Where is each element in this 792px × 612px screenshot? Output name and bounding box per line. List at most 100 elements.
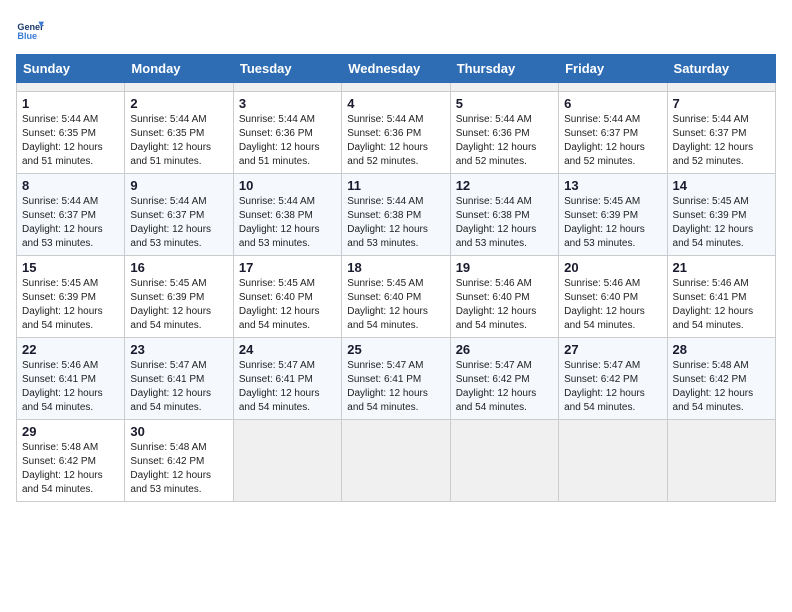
day-info: Sunrise: 5:44 AM Sunset: 6:36 PM Dayligh… bbox=[456, 113, 553, 169]
calendar-cell: 16Sunrise: 5:45 AM Sunset: 6:39 PM Dayli… bbox=[125, 256, 233, 338]
weekday-header-thursday: Thursday bbox=[450, 55, 558, 83]
day-info: Sunrise: 5:44 AM Sunset: 6:35 PM Dayligh… bbox=[130, 113, 227, 169]
day-number: 8 bbox=[22, 178, 119, 193]
day-info: Sunrise: 5:45 AM Sunset: 6:39 PM Dayligh… bbox=[22, 277, 119, 333]
calendar-cell: 15 Sunrise: 5:45 AM Sunset: 6:39 PM Dayli… bbox=[17, 256, 125, 338]
calendar-week-1: 1Sunrise: 5:44 AM Sunset: 6:35 PM Daylig… bbox=[17, 92, 776, 174]
calendar-cell bbox=[667, 420, 775, 502]
calendar-cell: 8 Sunrise: 5:44 AM Sunset: 6:37 PM Daylig… bbox=[17, 174, 125, 256]
weekday-header-saturday: Saturday bbox=[667, 55, 775, 83]
calendar-cell: 1Sunrise: 5:44 AM Sunset: 6:35 PM Daylig… bbox=[17, 92, 125, 174]
calendar-cell: 9 Sunrise: 5:44 AM Sunset: 6:37 PM Daylig… bbox=[125, 174, 233, 256]
calendar-week-4: 22 Sunrise: 5:46 AM Sunset: 6:41 PM Dayli… bbox=[17, 338, 776, 420]
calendar-cell: 28 Sunrise: 5:48 AM Sunset: 6:42 PM Dayli… bbox=[667, 338, 775, 420]
calendar-week-0 bbox=[17, 83, 776, 92]
day-info: Sunrise: 5:48 AM Sunset: 6:42 PM Dayligh… bbox=[673, 359, 770, 415]
day-info: Sunrise: 5:44 AM Sunset: 6:38 PM Dayligh… bbox=[347, 195, 444, 251]
calendar-cell: 2 Sunrise: 5:44 AM Sunset: 6:35 PM Daylig… bbox=[125, 92, 233, 174]
calendar-cell bbox=[450, 83, 558, 92]
day-info: Sunrise: 5:45 AM Sunset: 6:40 PM Dayligh… bbox=[347, 277, 444, 333]
day-number: 22 bbox=[22, 342, 119, 357]
day-number: 21 bbox=[673, 260, 770, 275]
calendar-cell: 23 Sunrise: 5:47 AM Sunset: 6:41 PM Dayli… bbox=[125, 338, 233, 420]
calendar-cell bbox=[559, 83, 667, 92]
day-info: Sunrise: 5:46 AM Sunset: 6:41 PM Dayligh… bbox=[673, 277, 770, 333]
day-number: 5 bbox=[456, 96, 553, 111]
weekday-header-monday: Monday bbox=[125, 55, 233, 83]
calendar-cell: 25 Sunrise: 5:47 AM Sunset: 6:41 PM Dayli… bbox=[342, 338, 450, 420]
calendar-week-3: 15 Sunrise: 5:45 AM Sunset: 6:39 PM Dayli… bbox=[17, 256, 776, 338]
day-number: 23 bbox=[130, 342, 227, 357]
calendar-cell: 5 Sunrise: 5:44 AM Sunset: 6:36 PM Daylig… bbox=[450, 92, 558, 174]
calendar-cell: 24 Sunrise: 5:47 AM Sunset: 6:41 PM Dayli… bbox=[233, 338, 341, 420]
calendar-cell: 20Sunrise: 5:46 AM Sunset: 6:40 PM Dayli… bbox=[559, 256, 667, 338]
day-info: Sunrise: 5:47 AM Sunset: 6:42 PM Dayligh… bbox=[564, 359, 661, 415]
day-info: Sunrise: 5:44 AM Sunset: 6:36 PM Dayligh… bbox=[239, 113, 336, 169]
day-number: 10 bbox=[239, 178, 336, 193]
calendar-cell: 30Sunrise: 5:48 AM Sunset: 6:42 PM Dayli… bbox=[125, 420, 233, 502]
day-info: Sunrise: 5:44 AM Sunset: 6:38 PM Dayligh… bbox=[239, 195, 336, 251]
calendar-cell: 19 Sunrise: 5:46 AM Sunset: 6:40 PM Dayli… bbox=[450, 256, 558, 338]
day-info: Sunrise: 5:44 AM Sunset: 6:37 PM Dayligh… bbox=[673, 113, 770, 169]
weekday-header-wednesday: Wednesday bbox=[342, 55, 450, 83]
day-number: 6 bbox=[564, 96, 661, 111]
calendar-cell bbox=[342, 83, 450, 92]
day-info: Sunrise: 5:44 AM Sunset: 6:35 PM Dayligh… bbox=[22, 113, 119, 169]
calendar-cell bbox=[233, 83, 341, 92]
day-number: 12 bbox=[456, 178, 553, 193]
day-info: Sunrise: 5:47 AM Sunset: 6:41 PM Dayligh… bbox=[130, 359, 227, 415]
day-number: 3 bbox=[239, 96, 336, 111]
calendar-cell: 13Sunrise: 5:45 AM Sunset: 6:39 PM Dayli… bbox=[559, 174, 667, 256]
logo-icon: General Blue bbox=[16, 16, 44, 44]
day-number: 25 bbox=[347, 342, 444, 357]
day-info: Sunrise: 5:44 AM Sunset: 6:37 PM Dayligh… bbox=[564, 113, 661, 169]
calendar-cell bbox=[125, 83, 233, 92]
day-number: 13 bbox=[564, 178, 661, 193]
calendar-cell: 6 Sunrise: 5:44 AM Sunset: 6:37 PM Daylig… bbox=[559, 92, 667, 174]
day-number: 15 bbox=[22, 260, 119, 275]
calendar-cell: 11 Sunrise: 5:44 AM Sunset: 6:38 PM Dayli… bbox=[342, 174, 450, 256]
calendar-cell bbox=[233, 420, 341, 502]
page-header: General Blue bbox=[16, 16, 776, 44]
day-number: 9 bbox=[130, 178, 227, 193]
day-info: Sunrise: 5:48 AM Sunset: 6:42 PM Dayligh… bbox=[22, 441, 119, 497]
day-info: Sunrise: 5:45 AM Sunset: 6:39 PM Dayligh… bbox=[130, 277, 227, 333]
calendar-cell bbox=[450, 420, 558, 502]
day-info: Sunrise: 5:46 AM Sunset: 6:40 PM Dayligh… bbox=[456, 277, 553, 333]
day-number: 7 bbox=[673, 96, 770, 111]
calendar-cell: 10 Sunrise: 5:44 AM Sunset: 6:38 PM Dayli… bbox=[233, 174, 341, 256]
day-info: Sunrise: 5:46 AM Sunset: 6:40 PM Dayligh… bbox=[564, 277, 661, 333]
day-info: Sunrise: 5:45 AM Sunset: 6:39 PM Dayligh… bbox=[673, 195, 770, 251]
day-number: 24 bbox=[239, 342, 336, 357]
day-info: Sunrise: 5:45 AM Sunset: 6:40 PM Dayligh… bbox=[239, 277, 336, 333]
calendar-cell: 22 Sunrise: 5:46 AM Sunset: 6:41 PM Dayli… bbox=[17, 338, 125, 420]
calendar-cell: 7 Sunrise: 5:44 AM Sunset: 6:37 PM Daylig… bbox=[667, 92, 775, 174]
calendar-cell: 27Sunrise: 5:47 AM Sunset: 6:42 PM Dayli… bbox=[559, 338, 667, 420]
day-info: Sunrise: 5:44 AM Sunset: 6:37 PM Dayligh… bbox=[130, 195, 227, 251]
calendar-cell: 21 Sunrise: 5:46 AM Sunset: 6:41 PM Dayli… bbox=[667, 256, 775, 338]
calendar-cell: 12Sunrise: 5:44 AM Sunset: 6:38 PM Dayli… bbox=[450, 174, 558, 256]
calendar-table: SundayMondayTuesdayWednesdayThursdayFrid… bbox=[16, 54, 776, 502]
calendar-cell: 17Sunrise: 5:45 AM Sunset: 6:40 PM Dayli… bbox=[233, 256, 341, 338]
calendar-week-2: 8 Sunrise: 5:44 AM Sunset: 6:37 PM Daylig… bbox=[17, 174, 776, 256]
day-number: 4 bbox=[347, 96, 444, 111]
day-number: 2 bbox=[130, 96, 227, 111]
day-info: Sunrise: 5:44 AM Sunset: 6:36 PM Dayligh… bbox=[347, 113, 444, 169]
calendar-cell bbox=[342, 420, 450, 502]
calendar-cell: 26Sunrise: 5:47 AM Sunset: 6:42 PM Dayli… bbox=[450, 338, 558, 420]
calendar-cell: 18 Sunrise: 5:45 AM Sunset: 6:40 PM Dayli… bbox=[342, 256, 450, 338]
logo: General Blue bbox=[16, 16, 44, 44]
day-number: 28 bbox=[673, 342, 770, 357]
day-number: 18 bbox=[347, 260, 444, 275]
weekday-header-friday: Friday bbox=[559, 55, 667, 83]
day-number: 11 bbox=[347, 178, 444, 193]
day-info: Sunrise: 5:46 AM Sunset: 6:41 PM Dayligh… bbox=[22, 359, 119, 415]
weekday-header-row: SundayMondayTuesdayWednesdayThursdayFrid… bbox=[17, 55, 776, 83]
day-info: Sunrise: 5:47 AM Sunset: 6:42 PM Dayligh… bbox=[456, 359, 553, 415]
day-info: Sunrise: 5:47 AM Sunset: 6:41 PM Dayligh… bbox=[347, 359, 444, 415]
calendar-cell: 4 Sunrise: 5:44 AM Sunset: 6:36 PM Daylig… bbox=[342, 92, 450, 174]
day-info: Sunrise: 5:47 AM Sunset: 6:41 PM Dayligh… bbox=[239, 359, 336, 415]
day-info: Sunrise: 5:44 AM Sunset: 6:37 PM Dayligh… bbox=[22, 195, 119, 251]
day-number: 19 bbox=[456, 260, 553, 275]
calendar-cell bbox=[559, 420, 667, 502]
